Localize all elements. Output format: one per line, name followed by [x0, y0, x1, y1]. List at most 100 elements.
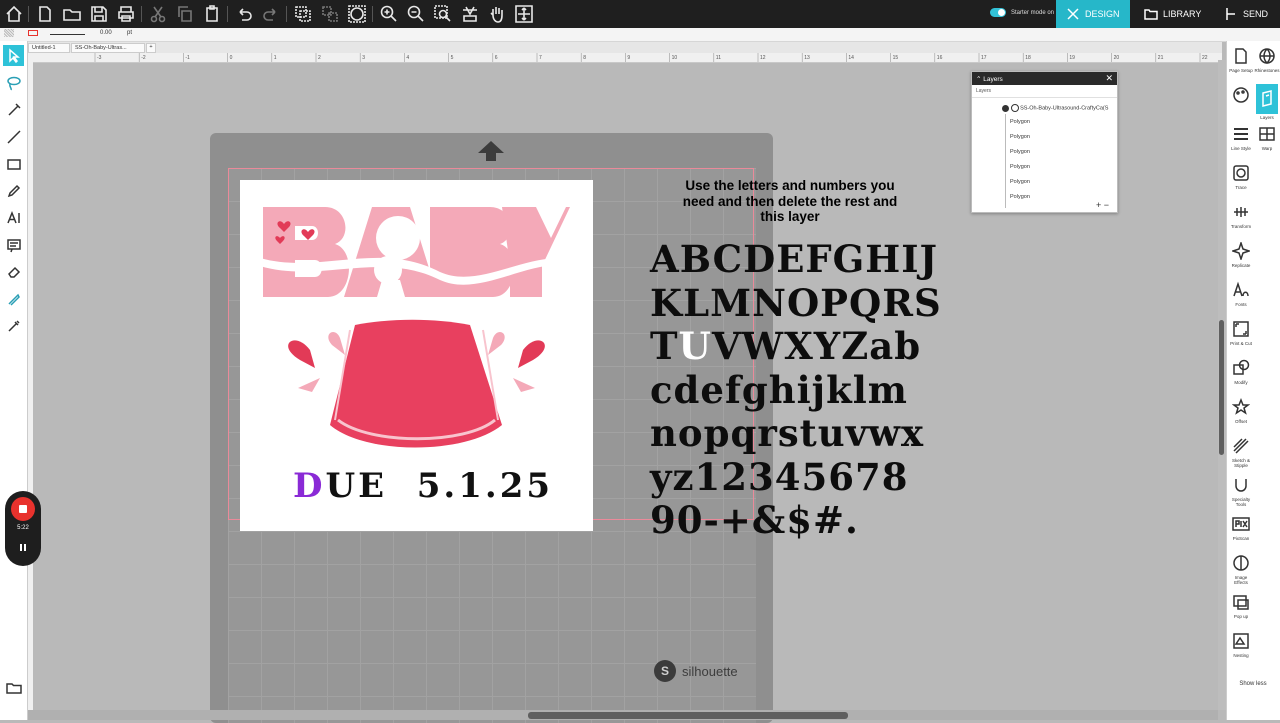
close-icon[interactable]: ✕ — [1105, 73, 1113, 84]
zoom-selection-icon[interactable] — [432, 3, 454, 25]
redo-icon[interactable] — [260, 3, 282, 25]
layer-item-label: Polygon — [1010, 179, 1030, 185]
offset-button[interactable]: Offset — [1228, 396, 1254, 424]
layer-item[interactable]: Polygon — [1010, 164, 1030, 170]
line-color-swatch[interactable] — [28, 30, 38, 36]
ungroup-icon[interactable] — [319, 3, 341, 25]
layer-item-label: Polygon — [1010, 134, 1030, 140]
transform-button[interactable]: Transform — [1228, 201, 1254, 229]
home-icon[interactable] — [3, 3, 25, 25]
instruction-text[interactable]: Use the letters and numbers you need and… — [670, 178, 910, 225]
pause-icon[interactable] — [17, 541, 29, 553]
layer-item[interactable]: Polygon — [1010, 179, 1030, 185]
starter-mode-toggle[interactable]: Starter mode on — [990, 8, 1054, 17]
layer-visibility-icon[interactable] — [1010, 104, 1019, 112]
show-less-button[interactable]: Show less — [1229, 681, 1277, 687]
remove-layer-button[interactable]: − — [1104, 200, 1109, 210]
save-icon[interactable] — [88, 3, 110, 25]
move-icon[interactable] — [513, 3, 535, 25]
eraser-icon — [7, 266, 20, 278]
folder-icon — [1144, 9, 1158, 20]
group-icon[interactable] — [292, 3, 314, 25]
open-folder-icon[interactable] — [61, 3, 83, 25]
ruler-label: 6 — [495, 55, 498, 61]
top-toolbar: Starter mode on DESIGN LIBRARY SEND — [0, 0, 1280, 28]
layer-tree-line — [1005, 114, 1006, 208]
line-style-button[interactable]: Line Style — [1228, 123, 1254, 151]
cut-icon[interactable] — [147, 3, 169, 25]
copy-icon[interactable] — [174, 3, 196, 25]
library-tab[interactable]: LIBRARY — [1134, 0, 1214, 28]
lasso-tool[interactable] — [3, 72, 24, 93]
release-icon[interactable] — [346, 3, 368, 25]
tab-ss-oh-baby[interactable]: SS-Oh-Baby-Ultras... — [71, 43, 145, 53]
pointer-icon — [8, 47, 20, 63]
edit-points-tool[interactable] — [3, 99, 24, 120]
layer-item[interactable]: Polygon — [1010, 194, 1030, 200]
fill-swatch[interactable] — [4, 29, 14, 37]
baby-title — [263, 207, 570, 297]
paste-icon[interactable] — [201, 3, 223, 25]
knife-tool[interactable] — [3, 288, 24, 309]
due-date-text[interactable]: DUE 5.1.25 — [293, 466, 553, 506]
replicate-button[interactable]: Replicate — [1228, 240, 1254, 268]
pixscan-icon — [1232, 517, 1250, 531]
print-and-cut-button[interactable]: Print & Cut — [1228, 318, 1254, 346]
text-box-icon — [6, 238, 21, 252]
add-layer-button[interactable]: + — [1096, 200, 1101, 210]
warp-button[interactable]: Warp — [1254, 123, 1280, 151]
draw-tool[interactable] — [3, 180, 24, 201]
eraser-tool[interactable] — [3, 261, 24, 282]
library-folder[interactable] — [3, 677, 24, 698]
fill-button[interactable] — [1228, 84, 1254, 107]
layer-group-row[interactable]: SS-Oh-Baby-Ultrasound-CraftyCa(S — [1002, 104, 1108, 112]
ruler-label: 5 — [451, 55, 454, 61]
select-tool[interactable] — [3, 45, 24, 66]
zoom-in-icon[interactable] — [378, 3, 400, 25]
text-tool[interactable] — [3, 207, 24, 228]
send-tab[interactable]: SEND — [1214, 0, 1280, 28]
print-icon[interactable] — [115, 3, 137, 25]
sketch-stipple-button[interactable]: Sketch & Stipple — [1228, 435, 1254, 468]
eyedropper-tool[interactable] — [3, 315, 24, 336]
pixscan-button[interactable]: PixScan — [1228, 513, 1254, 541]
ruler-label: -2 — [141, 55, 146, 61]
heart-icon — [301, 229, 315, 240]
ruler-label: 21 — [1158, 55, 1164, 61]
modify-button[interactable]: Modify — [1228, 357, 1254, 385]
design-tab[interactable]: DESIGN — [1056, 0, 1130, 28]
undo-icon[interactable] — [233, 3, 255, 25]
text-block-tool[interactable] — [3, 234, 24, 255]
horizontal-scroll-thumb[interactable] — [528, 712, 848, 719]
line-width-value[interactable]: 0.00 — [100, 30, 112, 36]
trace-button[interactable]: Trace — [1228, 162, 1254, 190]
layer-item[interactable]: Polygon — [1010, 119, 1030, 125]
stop-recording-button[interactable] — [11, 497, 35, 521]
layer-item[interactable]: Polygon — [1010, 134, 1030, 140]
ruler-label: 22 — [1202, 55, 1208, 61]
zoom-out-icon[interactable] — [405, 3, 427, 25]
fonts-button[interactable]: Fonts — [1228, 279, 1254, 307]
line-tool[interactable] — [3, 126, 24, 147]
layer-item[interactable]: Polygon — [1010, 149, 1030, 155]
fit-to-mat-icon[interactable] — [459, 3, 481, 25]
layers-button[interactable]: Layers — [1254, 84, 1280, 120]
pop-up-button[interactable]: Pop up — [1228, 591, 1254, 619]
specialty-tools-button[interactable]: Specialty Tools — [1228, 474, 1254, 507]
add-tab-button[interactable]: + — [146, 43, 156, 53]
alphabet-layer[interactable]: ABCDEFGHIJ KLMNOPQRS TUVWXYZab cdefghijk… — [650, 237, 960, 543]
page-setup-button[interactable]: Page Setup — [1228, 45, 1254, 73]
rectangle-tool[interactable] — [3, 153, 24, 174]
sparkle-heart-icon — [298, 378, 320, 392]
tab-label: SS-Oh-Baby-Ultras... — [75, 45, 127, 51]
rhinestones-button[interactable]: Rhinestones — [1254, 45, 1280, 73]
image-effects-button[interactable]: Image Effects — [1228, 552, 1254, 585]
vertical-scroll-thumb[interactable] — [1219, 320, 1224, 455]
nesting-icon — [1233, 633, 1249, 649]
new-file-icon[interactable] — [34, 3, 56, 25]
toggle-switch[interactable] — [990, 8, 1006, 17]
tab-untitled[interactable]: Untitled-1 — [28, 43, 70, 53]
line-style-preview[interactable] — [50, 34, 85, 35]
nesting-button[interactable]: Nesting — [1228, 630, 1254, 658]
pan-hand-icon[interactable] — [486, 3, 508, 25]
